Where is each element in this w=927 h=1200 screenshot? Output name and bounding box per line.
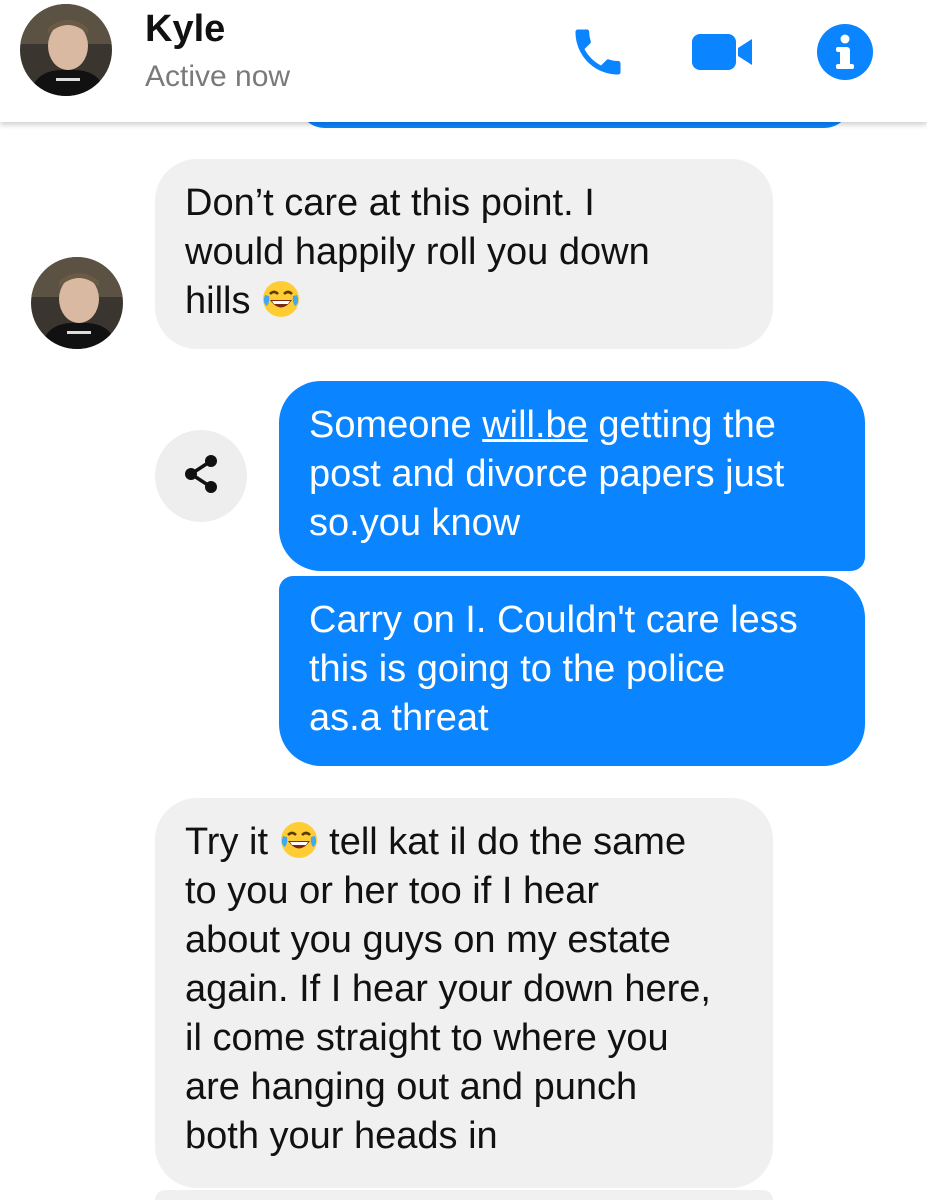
laughing-tears-emoji-icon	[279, 820, 319, 860]
next-message-bubble	[155, 1190, 773, 1200]
message-link[interactable]: will.be	[482, 404, 588, 446]
message-text: are hanging out and punch	[185, 1066, 638, 1108]
message-bubble-outgoing[interactable]: Carry on I. Couldn't care less this is g…	[279, 576, 865, 766]
video-camera-icon[interactable]	[690, 22, 752, 82]
message-bubble-incoming[interactable]: Try it tell kat il do the same to you or…	[155, 798, 773, 1188]
message-text: post and divorce papers just	[309, 453, 785, 495]
info-icon[interactable]	[815, 22, 875, 82]
conversation-header: Kyle Active now	[0, 0, 927, 122]
message-text: getting the	[598, 404, 776, 446]
message-text: again. If I hear your down here,	[185, 968, 711, 1010]
message-text: about you guys on my estate	[185, 919, 671, 961]
share-icon	[179, 452, 223, 501]
message-text: to you or her too if I hear	[185, 870, 600, 912]
message-text: this is going to the police	[309, 648, 726, 690]
message-text: Someone	[309, 404, 472, 446]
message-text: tell kat il do the same	[329, 821, 687, 863]
message-text: Try it	[185, 821, 269, 863]
message-text: would happily roll you down	[185, 231, 650, 273]
message-text: il come straight to where you	[185, 1017, 669, 1059]
message-text: Carry on I. Couldn't care less	[309, 599, 798, 641]
message-text: both your heads in	[185, 1115, 498, 1157]
sender-avatar[interactable]	[31, 257, 123, 349]
message-text: Don’t care at this point. I	[185, 182, 595, 224]
contact-name[interactable]: Kyle	[145, 8, 225, 51]
message-text: as.a threat	[309, 697, 489, 739]
active-status: Active now	[145, 60, 291, 93]
message-bubble-incoming[interactable]: Don’t care at this point. I would happil…	[155, 159, 773, 349]
contact-avatar[interactable]	[20, 4, 112, 96]
message-text: so.you know	[309, 502, 521, 544]
message-text: hills	[185, 280, 251, 322]
message-bubble-outgoing[interactable]: Someone will.be getting the post and div…	[279, 381, 865, 571]
laughing-tears-emoji-icon	[261, 279, 301, 319]
phone-icon[interactable]	[568, 22, 628, 82]
share-button[interactable]	[155, 430, 247, 522]
